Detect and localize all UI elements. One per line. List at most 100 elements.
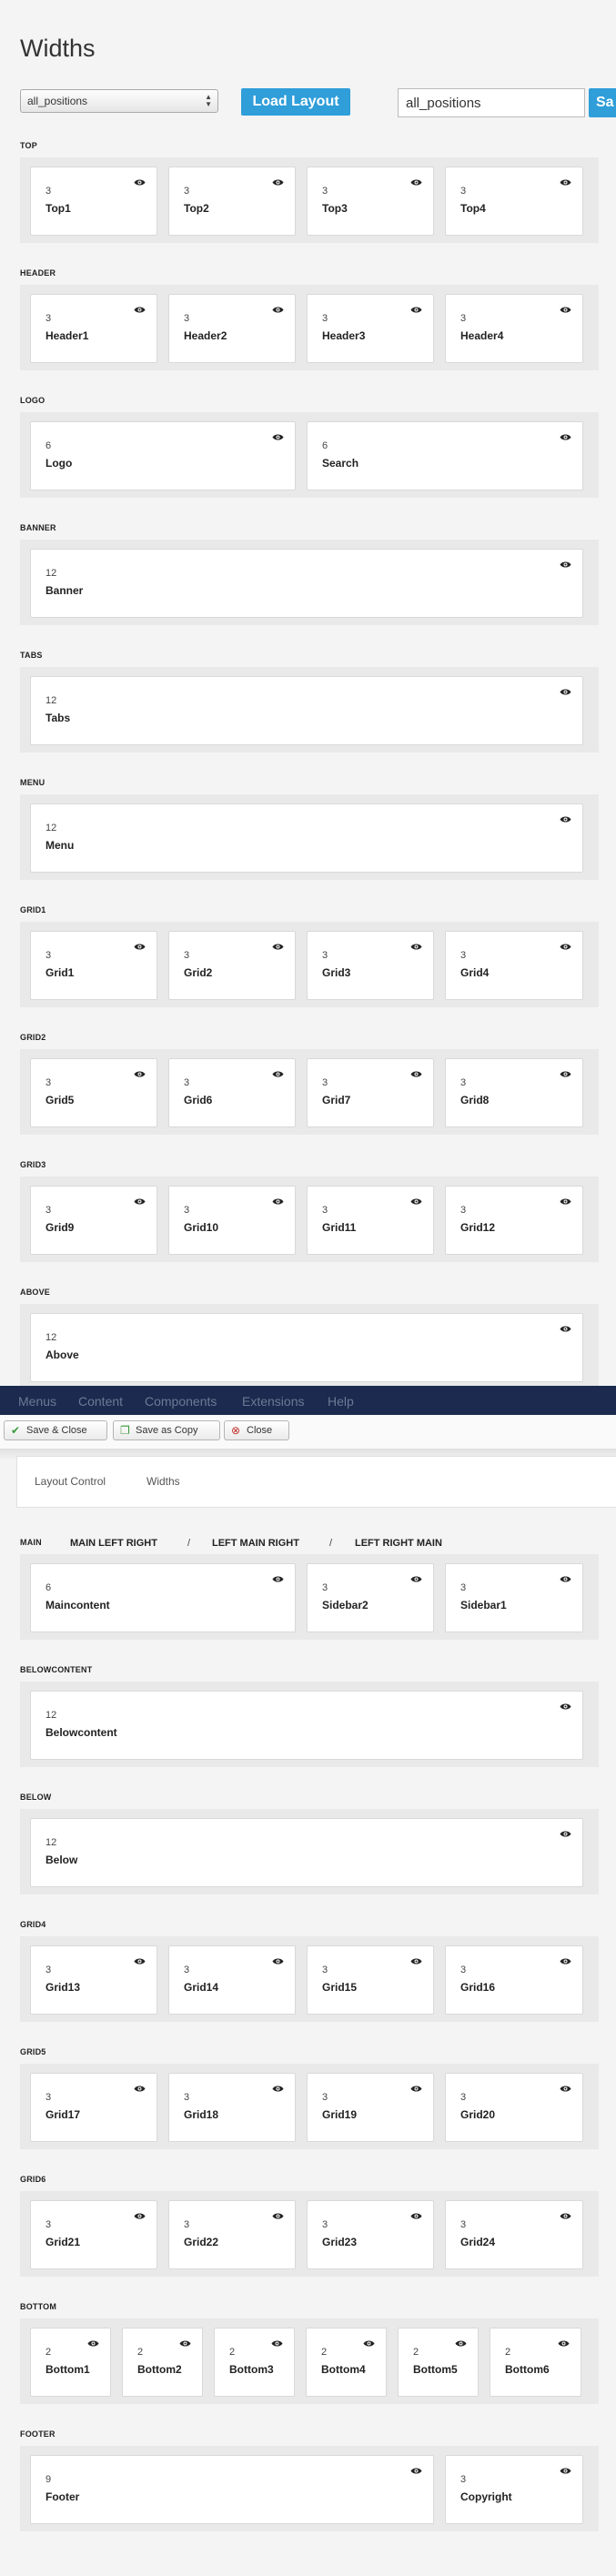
eye-icon[interactable]: [134, 1954, 146, 1965]
position-box-grid1[interactable]: 3 Grid1: [30, 931, 157, 1000]
position-box-bottom2[interactable]: 2 Bottom2: [122, 2328, 203, 2397]
eye-icon[interactable]: [272, 939, 284, 950]
eye-icon[interactable]: [560, 2081, 571, 2092]
eye-icon[interactable]: [410, 175, 422, 186]
position-box-header3[interactable]: 3 Header3: [307, 294, 434, 363]
eye-icon[interactable]: [410, 939, 422, 950]
position-box-search[interactable]: 6 Search: [307, 421, 583, 490]
position-box-grid2[interactable]: 3 Grid2: [168, 931, 296, 1000]
position-box-grid12[interactable]: 3 Grid12: [445, 1186, 583, 1255]
position-box-grid21[interactable]: 3 Grid21: [30, 2200, 157, 2269]
position-box-header4[interactable]: 3 Header4: [445, 294, 583, 363]
eye-icon[interactable]: [272, 2208, 284, 2219]
eye-icon[interactable]: [272, 302, 284, 313]
position-box-grid11[interactable]: 3 Grid11: [307, 1186, 434, 1255]
position-box-grid5[interactable]: 3 Grid5: [30, 1058, 157, 1127]
eye-icon[interactable]: [272, 1571, 284, 1582]
load-layout-button[interactable]: Load Layout: [241, 88, 350, 116]
eye-icon[interactable]: [560, 1321, 571, 1332]
tab-layout-control[interactable]: Layout Control: [35, 1475, 106, 1488]
position-box-header2[interactable]: 3 Header2: [168, 294, 296, 363]
eye-icon[interactable]: [410, 2463, 422, 2474]
eye-icon[interactable]: [560, 1066, 571, 1077]
menu-item-components[interactable]: Components: [145, 1394, 217, 1409]
position-box-grid4[interactable]: 3 Grid4: [445, 931, 583, 1000]
position-box-grid6[interactable]: 3 Grid6: [168, 1058, 296, 1127]
main-option-left-right-main[interactable]: LEFT RIGHT MAIN: [355, 1538, 442, 1549]
eye-icon[interactable]: [272, 175, 284, 186]
position-box-top1[interactable]: 3 Top1: [30, 167, 157, 236]
eye-icon[interactable]: [410, 2208, 422, 2219]
position-box-grid7[interactable]: 3 Grid7: [307, 1058, 434, 1127]
position-box-grid14[interactable]: 3 Grid14: [168, 1945, 296, 2015]
eye-icon[interactable]: [87, 2336, 99, 2347]
eye-icon[interactable]: [134, 2208, 146, 2219]
position-box-grid22[interactable]: 3 Grid22: [168, 2200, 296, 2269]
eye-icon[interactable]: [272, 429, 284, 440]
menu-item-help[interactable]: Help: [328, 1394, 354, 1409]
save-layout-button[interactable]: Sa: [589, 88, 616, 117]
eye-icon[interactable]: [560, 2463, 571, 2474]
position-box-header1[interactable]: 3 Header1: [30, 294, 157, 363]
position-box-tabs[interactable]: 12 Tabs: [30, 676, 583, 745]
position-box-bottom4[interactable]: 2 Bottom4: [306, 2328, 387, 2397]
main-option-left-main-right[interactable]: LEFT MAIN RIGHT: [212, 1538, 299, 1549]
position-box-grid9[interactable]: 3 Grid9: [30, 1186, 157, 1255]
eye-icon[interactable]: [560, 175, 571, 186]
position-box-belowcontent[interactable]: 12 Belowcontent: [30, 1691, 583, 1760]
eye-icon[interactable]: [410, 2081, 422, 2092]
position-box-above[interactable]: 12 Above: [30, 1313, 583, 1382]
position-box-bottom1[interactable]: 2 Bottom1: [30, 2328, 111, 2397]
eye-icon[interactable]: [455, 2336, 467, 2347]
eye-icon[interactable]: [134, 302, 146, 313]
eye-icon[interactable]: [558, 2336, 570, 2347]
eye-icon[interactable]: [560, 2208, 571, 2219]
menu-item-content[interactable]: Content: [78, 1394, 123, 1409]
eye-icon[interactable]: [560, 812, 571, 823]
main-option-main-left-right[interactable]: MAIN LEFT RIGHT: [70, 1538, 157, 1549]
position-box-bottom5[interactable]: 2 Bottom5: [398, 2328, 479, 2397]
eye-icon[interactable]: [272, 1194, 284, 1205]
eye-icon[interactable]: [560, 684, 571, 695]
eye-icon[interactable]: [363, 2336, 375, 2347]
eye-icon[interactable]: [560, 939, 571, 950]
position-box-footer[interactable]: 9 Footer: [30, 2455, 434, 2524]
tab-widths[interactable]: Widths: [146, 1475, 180, 1488]
eye-icon[interactable]: [560, 1954, 571, 1965]
eye-icon[interactable]: [410, 1571, 422, 1582]
eye-icon[interactable]: [134, 2081, 146, 2092]
eye-icon[interactable]: [134, 939, 146, 950]
position-box-grid20[interactable]: 3 Grid20: [445, 2073, 583, 2142]
eye-icon[interactable]: [410, 1066, 422, 1077]
position-box-grid24[interactable]: 3 Grid24: [445, 2200, 583, 2269]
eye-icon[interactable]: [560, 1826, 571, 1837]
save-copy-button[interactable]: ❐ Save as Copy: [113, 1420, 220, 1440]
menu-item-extensions[interactable]: Extensions: [242, 1394, 304, 1409]
eye-icon[interactable]: [134, 175, 146, 186]
eye-icon[interactable]: [560, 1699, 571, 1710]
position-box-menu[interactable]: 12 Menu: [30, 803, 583, 873]
position-box-grid8[interactable]: 3 Grid8: [445, 1058, 583, 1127]
position-box-grid13[interactable]: 3 Grid13: [30, 1945, 157, 2015]
position-box-grid16[interactable]: 3 Grid16: [445, 1945, 583, 2015]
position-box-grid17[interactable]: 3 Grid17: [30, 2073, 157, 2142]
position-box-grid23[interactable]: 3 Grid23: [307, 2200, 434, 2269]
eye-icon[interactable]: [134, 1066, 146, 1077]
save-close-button[interactable]: ✔ Save & Close: [4, 1420, 107, 1440]
eye-icon[interactable]: [272, 1066, 284, 1077]
position-box-top2[interactable]: 3 Top2: [168, 167, 296, 236]
eye-icon[interactable]: [271, 2336, 283, 2347]
position-box-sidebar2[interactable]: 3 Sidebar2: [307, 1563, 434, 1632]
layout-name-input[interactable]: [398, 88, 585, 117]
eye-icon[interactable]: [560, 1571, 571, 1582]
close-button[interactable]: ⊗ Close: [224, 1420, 289, 1440]
position-box-logo[interactable]: 6 Logo: [30, 421, 296, 490]
eye-icon[interactable]: [560, 557, 571, 568]
eye-icon[interactable]: [179, 2336, 191, 2347]
position-box-below[interactable]: 12 Below: [30, 1818, 583, 1887]
menu-item-menus[interactable]: Menus: [18, 1394, 56, 1409]
eye-icon[interactable]: [134, 1194, 146, 1205]
position-box-top4[interactable]: 3 Top4: [445, 167, 583, 236]
position-box-grid15[interactable]: 3 Grid15: [307, 1945, 434, 2015]
layout-select[interactable]: all_positions ▲ ▼: [20, 89, 218, 113]
